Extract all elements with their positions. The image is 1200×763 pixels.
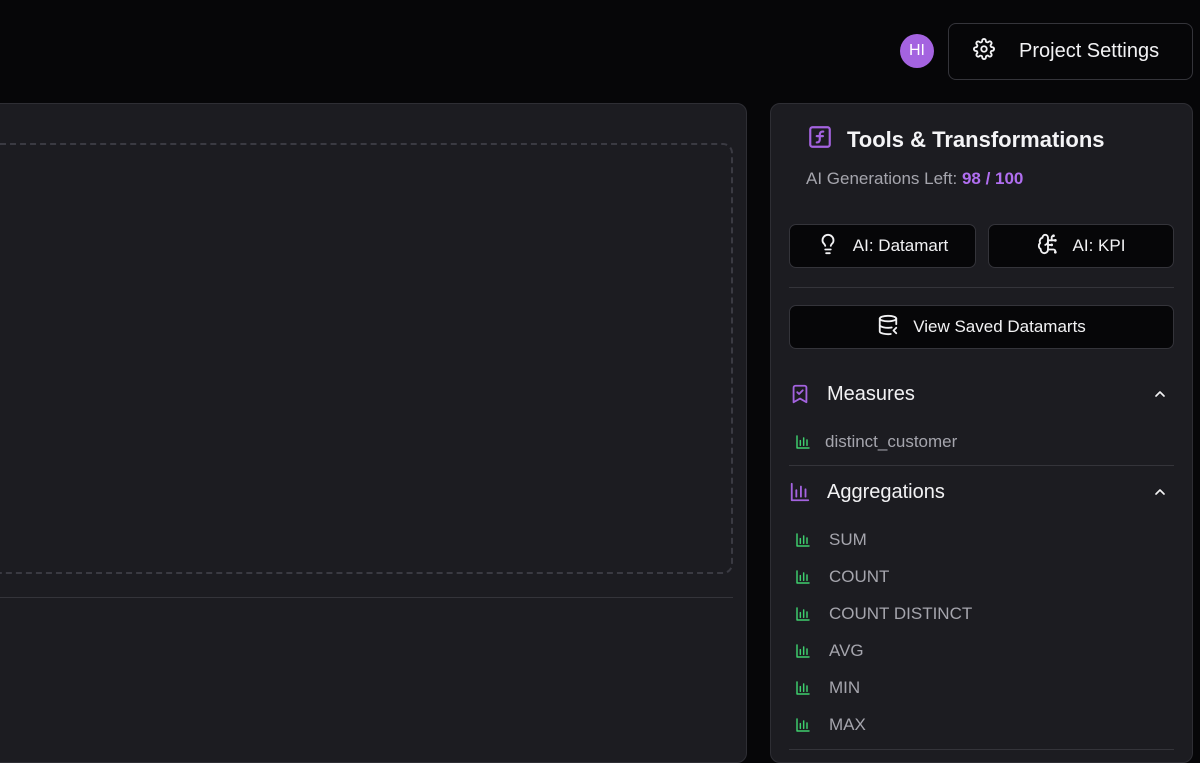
database-icon (877, 314, 899, 341)
brain-circuit-icon (1037, 233, 1059, 260)
view-saved-datamarts-button[interactable]: View Saved Datamarts (789, 305, 1174, 349)
gear-icon (973, 37, 995, 66)
divider (789, 465, 1174, 466)
drop-zone[interactable] (0, 143, 733, 574)
aggregation-item-label: MAX (829, 715, 866, 734)
bar-chart-icon (795, 680, 811, 696)
aggregations-title: Aggregations (827, 480, 945, 503)
ai-generations-label: AI Generations Left: (806, 169, 958, 188)
aggregation-item-label: SUM (829, 530, 867, 549)
chevron-up-icon[interactable] (1152, 386, 1168, 402)
measure-item-label: distinct_customer (825, 432, 958, 451)
aggregation-item-avg[interactable]: AVG (795, 640, 864, 662)
measure-item[interactable]: distinct_customer (795, 431, 957, 453)
ai-datamart-label: AI: Datamart (852, 236, 949, 255)
ai-kpi-button[interactable]: AI: KPI (988, 224, 1174, 268)
project-settings-button[interactable]: Project Settings (948, 23, 1193, 80)
bar-chart-icon (795, 532, 811, 548)
bar-chart-icon (795, 643, 811, 659)
ai-generations-left: AI Generations Left: 98 / 100 (806, 169, 1023, 189)
view-saved-datamarts-label: View Saved Datamarts (913, 317, 1086, 336)
bar-chart-icon (795, 569, 811, 585)
divider (789, 287, 1174, 288)
aggregations-section-header[interactable]: Aggregations (789, 477, 1174, 507)
tools-title: Tools & Transformations (847, 126, 1105, 152)
function-icon (807, 124, 833, 155)
aggregation-item-label: AVG (829, 641, 864, 660)
ai-kpi-label: AI: KPI (1072, 236, 1126, 255)
tools-header: Tools & Transformations (807, 124, 1105, 155)
aggregation-item-min[interactable]: MIN (795, 677, 860, 699)
aggregation-item-label: MIN (829, 678, 861, 697)
aggregation-item-max[interactable]: MAX (795, 714, 866, 736)
measures-title: Measures (827, 382, 915, 405)
aggregation-item-count[interactable]: COUNT (795, 566, 889, 588)
project-settings-label: Project Settings (1019, 40, 1160, 62)
canvas-divider (0, 597, 733, 598)
bar-chart-icon (795, 717, 811, 733)
bar-chart-icon (795, 606, 811, 622)
bar-chart-icon (789, 481, 811, 503)
aggregation-item-label: COUNT DISTINCT (829, 604, 973, 623)
chevron-up-icon[interactable] (1152, 484, 1168, 500)
bookmark-check-icon (789, 383, 811, 405)
ai-datamart-button[interactable]: AI: Datamart (789, 224, 976, 268)
divider (789, 749, 1174, 750)
lightbulb-icon (817, 233, 839, 260)
bar-chart-icon (795, 434, 811, 450)
measures-section-header[interactable]: Measures (789, 379, 1174, 409)
top-bar: HI Project Settings (0, 0, 1200, 103)
avatar[interactable]: HI (900, 34, 934, 68)
tools-panel: Tools & Transformations AI Generations L… (770, 103, 1193, 763)
aggregation-item-sum[interactable]: SUM (795, 529, 867, 551)
ai-generations-count: 98 / 100 (961, 169, 1024, 188)
aggregation-item-label: COUNT (829, 567, 890, 586)
aggregation-item-count-distinct[interactable]: COUNT DISTINCT (795, 603, 972, 625)
